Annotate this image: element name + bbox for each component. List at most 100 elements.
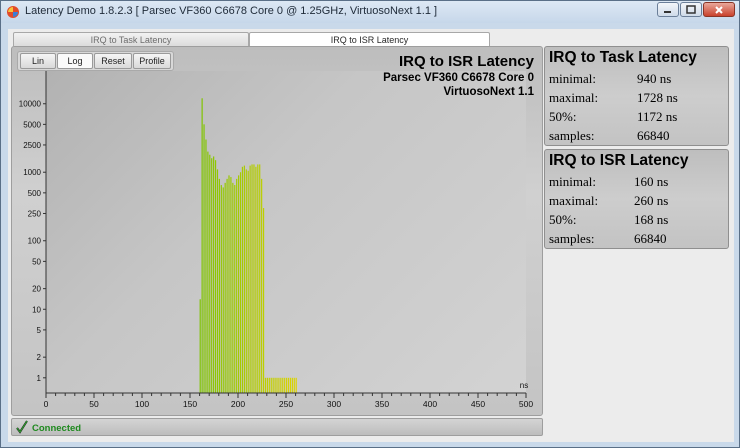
stat-row-median: 50%: 168 ns (549, 210, 724, 229)
histogram-bar (209, 154, 211, 393)
checkmark-icon (16, 420, 28, 434)
x-tick-label: 100 (135, 399, 149, 409)
y-tick-label: 50 (32, 257, 41, 266)
histogram-bar (289, 377, 292, 393)
histogram-bar (257, 164, 259, 393)
reset-button[interactable]: Reset (94, 53, 132, 69)
histogram-bar (216, 169, 219, 393)
stat-row-minimal: minimal: 940 ns (549, 69, 724, 88)
close-button[interactable] (703, 2, 735, 17)
tab-irq-to-isr[interactable]: IRQ to ISR Latency (249, 32, 490, 46)
stat-value: 1728 ns (637, 89, 678, 105)
histogram-bar (259, 164, 261, 393)
y-tick-label: 10000 (19, 100, 42, 109)
histogram-bar (205, 139, 207, 393)
y-tick-label: 5000 (23, 120, 41, 129)
stat-value: 1172 ns (637, 108, 678, 124)
y-tick-label: 1000 (23, 168, 41, 177)
histogram-bar (286, 377, 288, 393)
histogram-bar (232, 182, 234, 393)
histogram-bar (214, 160, 217, 393)
latency-histogram: 0 50 100 150 200 250 300 350 400 450 500 ns 1 2 5 10 20 5… (19, 71, 533, 409)
x-tick-label: 350 (375, 399, 389, 409)
stat-label: maximal: (549, 192, 599, 208)
stat-label: minimal: (549, 173, 596, 189)
histogram-bar (236, 178, 238, 393)
stat-value: 66840 (634, 230, 667, 246)
histogram-bar (247, 170, 249, 393)
x-tick-label: 450 (471, 399, 485, 409)
stat-row-maximal: maximal: 1728 ns (549, 88, 724, 107)
histogram-bar (226, 178, 228, 393)
x-tick-label: 300 (327, 399, 341, 409)
stat-label: 50%: (549, 211, 577, 227)
plot-title: IRQ to ISR Latency (398, 53, 534, 70)
tab-irq-to-task[interactable]: IRQ to Task Latency (13, 32, 249, 46)
histogram-bar (262, 208, 265, 393)
histogram-bar (295, 377, 297, 393)
histogram-bar (218, 178, 220, 393)
histogram-bar (211, 158, 213, 393)
title-bar[interactable]: Latency Demo 1.8.2.3 [ Parsec VF360 C667… (1, 1, 739, 23)
histogram-bar (255, 166, 257, 393)
histogram-bar (199, 299, 201, 393)
histogram-bar (230, 177, 232, 393)
histogram-bar (224, 182, 226, 393)
stat-row-maximal: maximal: 260 ns (549, 191, 724, 210)
stat-row-minimal: minimal: 160 ns (549, 172, 724, 191)
y-tick-label: 100 (28, 237, 42, 246)
maximize-icon (686, 5, 696, 14)
x-tick-label: 200 (231, 399, 245, 409)
stat-label: samples: (549, 127, 595, 143)
window-title: Latency Demo 1.8.2.3 [ Parsec VF360 C667… (25, 5, 438, 17)
stat-row-samples: samples: 66840 (549, 229, 724, 248)
histogram-bar (220, 185, 222, 393)
histogram-bar (201, 98, 203, 393)
histogram-bar (203, 124, 205, 393)
y-tick-label: 500 (28, 189, 42, 198)
client-area: IRQ to Task Latency IRQ to ISR Latency 0… (8, 29, 734, 442)
histogram-bar (228, 175, 230, 393)
stat-row-median: 50%: 1172 ns (549, 107, 724, 126)
histogram-bar (264, 377, 267, 393)
plot-subtitle-os: VirtuosoNext 1.1 (443, 86, 534, 98)
x-tick-label: 500 (519, 399, 533, 409)
histogram-bar (268, 377, 270, 393)
plot-title-block: IRQ to ISR Latency Parsec VF360 C6678 Co… (383, 53, 534, 98)
histogram-bar (282, 377, 284, 393)
stat-label: samples: (549, 230, 595, 246)
stat-label: minimal: (549, 70, 596, 86)
histogram-bar (274, 377, 276, 393)
stat-value: 260 ns (634, 192, 669, 208)
y-tick-label: 2500 (23, 141, 41, 150)
x-tick-label: 250 (279, 399, 293, 409)
histogram-bar (272, 377, 274, 393)
stat-value: 160 ns (634, 173, 669, 189)
histogram-bar (280, 377, 282, 393)
histogram-bar (253, 164, 255, 393)
lin-button[interactable]: Lin (20, 53, 56, 69)
histogram-bar (266, 377, 268, 393)
histogram-bar (261, 178, 263, 393)
minimize-button[interactable] (657, 2, 679, 17)
y-tick-label: 1 (37, 374, 42, 383)
maximize-button[interactable] (680, 2, 702, 17)
histogram-bar (243, 165, 245, 393)
histogram-bar (251, 164, 253, 393)
x-tick-label: 400 (423, 399, 437, 409)
histogram-bar (249, 165, 251, 393)
log-button[interactable]: Log (57, 53, 93, 69)
profile-button[interactable]: Profile (133, 53, 171, 69)
stats-task-title: IRQ to Task Latency (549, 49, 697, 66)
x-unit-label: ns (520, 381, 528, 390)
histogram-bar (245, 169, 247, 393)
histogram-bar (241, 166, 244, 393)
latency-app-icon (7, 6, 19, 18)
x-tick-label: 150 (183, 399, 197, 409)
y-tick-label: 10 (32, 305, 41, 314)
close-icon (715, 5, 723, 14)
minimize-icon (664, 10, 671, 13)
stats-panel-task: IRQ to Task Latency minimal: 940 ns maxim… (544, 46, 729, 146)
histogram-bar (287, 377, 290, 393)
histogram-bar (276, 377, 278, 393)
